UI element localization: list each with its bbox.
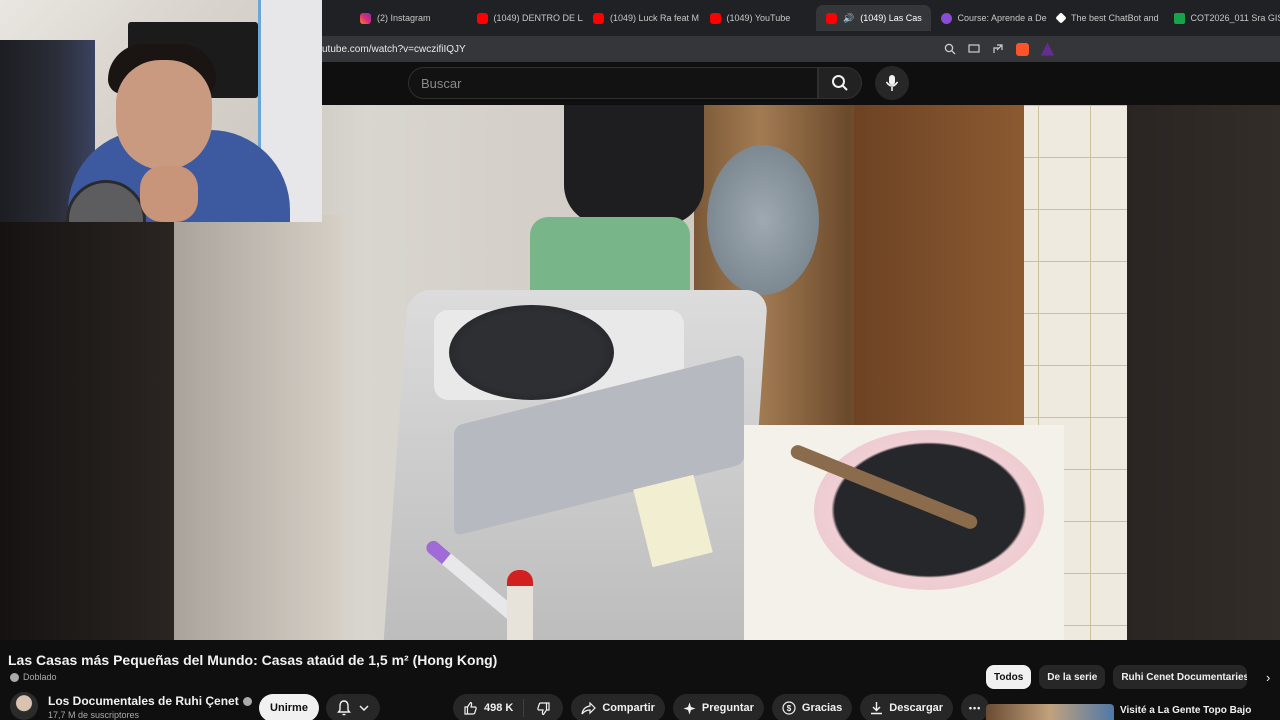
tab-course[interactable]: Course: Aprende a De [931,5,1048,31]
video-scene-grill-pan [449,305,614,400]
thanks-label: Gracias [801,702,843,714]
youtube-icon [826,12,837,24]
notifications-button[interactable] [326,694,380,720]
speaker-icon: 🔊 [843,12,855,23]
webcam-person-head [116,60,212,170]
share-label: Compartir [602,702,655,714]
chip-all[interactable]: Todos [986,665,1032,689]
video-info: Las Casas más Pequeñas del Mundo: Casas … [0,640,1280,720]
channel-name: Los Documentales de Ruhi Çenet [48,694,239,708]
address-bar: utube.com/watch?v=cwczifiIQJY [322,36,1280,62]
tab-label: (1049) YouTube [726,13,791,23]
more-actions-button[interactable]: ••• [961,694,990,720]
like-count: 498 K [484,702,514,714]
youtube-icon [709,12,721,24]
search-input[interactable]: Buscar [408,67,818,99]
tab-chatbot[interactable]: The best ChatBot and [1047,5,1164,31]
dubbed-label: Doblado [23,672,57,682]
recommendation-title[interactable]: Visité a La Gente Topo Bajo [1120,705,1251,716]
chip-channel[interactable]: Ruhi Cenet Documentaries [1113,665,1248,689]
cast-icon[interactable] [968,43,980,55]
tab-sheets[interactable]: COT2026_011 Sra GIS [1164,5,1280,31]
more-icon: ••• [968,703,982,713]
url-field[interactable]: utube.com/watch?v=cwczifiIQJY [322,44,944,55]
video-scene-door [854,105,1024,425]
like-button[interactable]: 498 K [453,699,525,717]
share-icon[interactable] [992,43,1004,55]
youtube-icon [476,12,488,24]
video-scene-black-bag [564,105,704,225]
screen: (2) Instagram (1049) DENTRO DE LA (1049)… [0,0,1280,720]
recommendation-thumbnail[interactable] [986,704,1114,720]
tab-youtube-dentro[interactable]: (1049) DENTRO DE LA [467,5,584,31]
webcam-person-hand [140,166,198,222]
tab-youtube-home[interactable]: (1049) YouTube [700,5,817,31]
microphone-icon [885,75,899,91]
share-button[interactable]: Compartir [571,694,665,720]
chatbot-icon [1055,12,1067,24]
dubbed-icon [10,672,19,682]
related-filter-chips: Todos De la serie Ruhi Cenet Documentari… [986,665,1248,689]
like-dislike-group: 498 K [453,694,564,720]
video-scene-left-wall [174,215,344,640]
search-button[interactable] [818,67,862,99]
video-actions: 498 K Compartir Preguntar $ Gracias Desc… [453,694,990,720]
video-title: Las Casas más Pequeñas del Mundo: Casas … [8,652,498,668]
address-bar-icons [944,42,1280,56]
webcam-overlay [0,0,322,222]
thumbs-up-icon [464,701,477,715]
verified-icon [242,696,252,706]
download-button[interactable]: Descargar [860,694,954,720]
video-scene-bottle [507,570,533,640]
join-button[interactable]: Unirme [259,694,319,720]
tab-label: (1049) Luck Ra feat M [610,13,700,23]
thumbs-down-icon [537,701,550,715]
subscriber-count: 17,7 M de suscriptores [48,710,140,720]
search-icon [832,75,848,91]
voice-search-button[interactable] [875,66,909,100]
tab-instagram[interactable]: (2) Instagram [350,5,467,31]
ask-label: Preguntar [701,702,754,714]
browser-tab-bar: (2) Instagram (1049) DENTRO DE LA (1049)… [322,0,1280,36]
dislike-button[interactable] [524,701,563,716]
tab-youtube-luck-ra[interactable]: (1049) Luck Ra feat M [583,5,700,31]
youtube-header: Buscar [322,62,1280,105]
chip-from-series[interactable]: De la serie [1039,665,1106,689]
ambient-right [1127,105,1280,640]
chevron-down-icon [359,705,369,711]
ambient-left [0,222,174,640]
video-scene-basin [707,145,819,295]
tab-label: (2) Instagram [377,13,431,23]
tab-label: (1049) Las Cas [860,13,922,23]
channel-avatar[interactable] [10,692,38,720]
sparkle-icon [683,702,696,714]
tab-label: Course: Aprende a De [957,13,1047,23]
chevron-right-icon[interactable]: › [1266,670,1270,685]
ask-button[interactable]: Preguntar [672,694,764,720]
download-label: Descargar [889,702,944,714]
course-icon [940,12,952,24]
tab-label: (1049) DENTRO DE LA [493,13,584,23]
tab-label: COT2026_011 Sra GIS [1190,13,1280,23]
channel-name-link[interactable]: Los Documentales de Ruhi Çenet [48,694,252,708]
brave-rewards-icon[interactable] [1041,42,1054,56]
tab-label: The best ChatBot and [1071,13,1159,23]
dubbed-badge: Doblado [10,672,57,682]
download-icon [871,702,883,715]
instagram-icon [360,12,371,24]
brave-shield-icon[interactable] [1016,42,1029,56]
svg-text:$: $ [787,704,792,713]
youtube-icon [593,12,604,24]
thanks-button[interactable]: $ Gracias [771,694,853,720]
tab-youtube-las-casas-active[interactable]: 🔊 (1049) Las Cas × [816,5,931,31]
zoom-icon[interactable] [944,43,956,55]
share-arrow-icon [581,701,597,714]
bell-icon [337,700,351,716]
dollar-heart-icon: $ [782,701,796,715]
sheets-icon [1173,12,1185,24]
